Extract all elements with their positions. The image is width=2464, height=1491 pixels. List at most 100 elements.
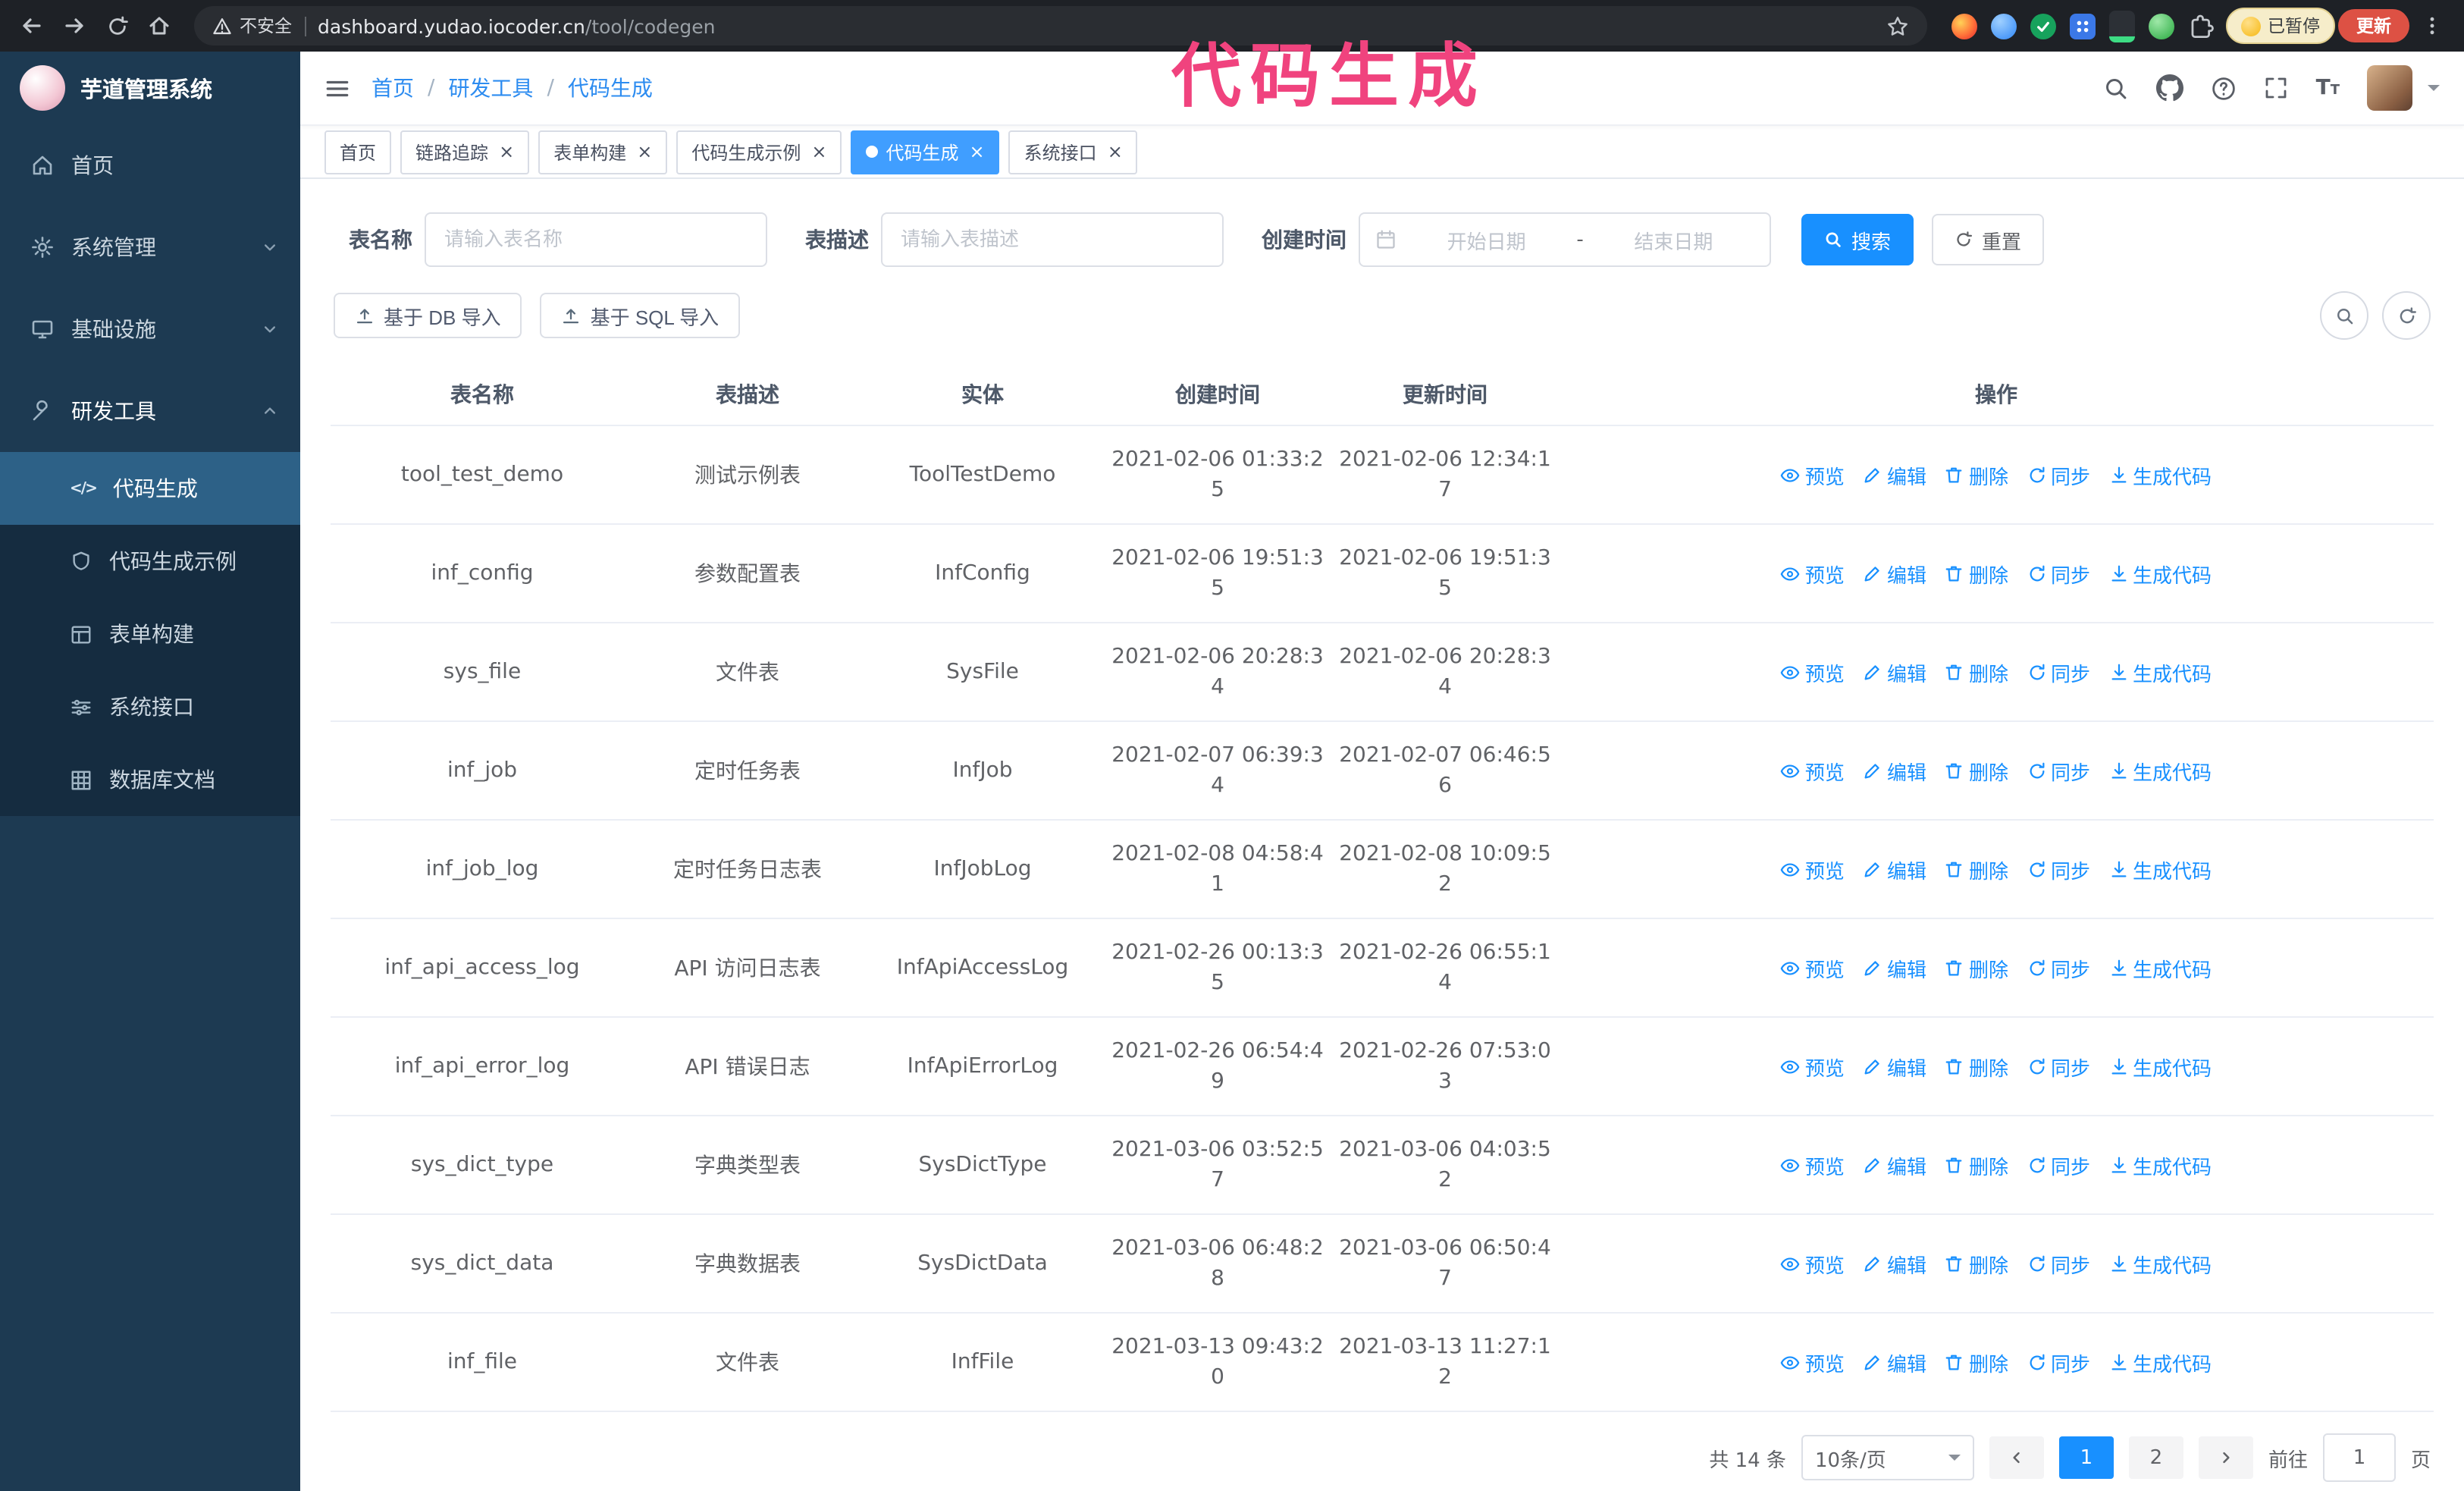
close-icon[interactable]: × (499, 143, 514, 161)
font-size-button[interactable]: TT (2316, 76, 2340, 100)
delete-link[interactable]: 删除 (1945, 1249, 2008, 1278)
edit-link[interactable]: 编辑 (1863, 658, 1926, 686)
sidebar-item-system[interactable]: 系统管理 (0, 206, 300, 288)
sidebar-item-db-doc[interactable]: 数据库文档 (0, 743, 300, 816)
app-logo[interactable]: 芋道管理系统 (0, 52, 300, 124)
prev-page-button[interactable] (1989, 1436, 2044, 1479)
delete-link[interactable]: 删除 (1945, 460, 2008, 489)
sync-link[interactable]: 同步 (2027, 1150, 2090, 1179)
extension-icon-check[interactable] (2030, 13, 2055, 39)
reset-button[interactable]: 重置 (1932, 214, 2045, 265)
extension-icon-people[interactable] (2069, 13, 2095, 39)
extension-icon-drop[interactable] (1990, 13, 2016, 39)
delete-link[interactable]: 删除 (1945, 1348, 2008, 1376)
tab-codegen-example[interactable]: 代码生成示例 × (676, 130, 842, 174)
edit-link[interactable]: 编辑 (1863, 1052, 1926, 1081)
delete-link[interactable]: 删除 (1945, 756, 2008, 785)
date-range-picker[interactable]: 开始日期 - 结束日期 (1359, 212, 1771, 267)
close-icon[interactable]: × (811, 143, 826, 161)
edit-link[interactable]: 编辑 (1863, 756, 1926, 785)
generate-code-link[interactable]: 生成代码 (2108, 756, 2212, 785)
delete-link[interactable]: 删除 (1945, 559, 2008, 588)
page-button-2[interactable]: 2 (2128, 1436, 2183, 1479)
sync-link[interactable]: 同步 (2027, 855, 2090, 884)
extensions-puzzle-icon[interactable] (2187, 13, 2213, 39)
sidebar-item-codegen[interactable]: </> 代码生成 (0, 452, 300, 525)
user-avatar[interactable] (2367, 65, 2412, 111)
sidebar-item-form-builder[interactable]: 表单构建 (0, 598, 300, 670)
forward-button[interactable] (55, 6, 94, 46)
search-submit-button[interactable]: 搜索 (1801, 214, 1914, 265)
generate-code-link[interactable]: 生成代码 (2108, 460, 2212, 489)
tab-home[interactable]: 首页 (324, 130, 392, 174)
table-desc-input[interactable] (881, 212, 1224, 267)
sidebar-item-infra[interactable]: 基础设施 (0, 288, 300, 370)
generate-code-link[interactable]: 生成代码 (2108, 1150, 2212, 1179)
bookmark-star-button[interactable] (1886, 14, 1908, 37)
page-size-select[interactable]: 10条/页 (1801, 1435, 1974, 1480)
close-icon[interactable]: × (637, 143, 652, 161)
edit-link[interactable]: 编辑 (1863, 1150, 1926, 1179)
preview-link[interactable]: 预览 (1781, 1348, 1845, 1376)
generate-code-link[interactable]: 生成代码 (2108, 1249, 2212, 1278)
goto-page-input[interactable] (2322, 1433, 2396, 1482)
edit-link[interactable]: 编辑 (1863, 1348, 1926, 1376)
sidebar-item-home[interactable]: 首页 (0, 124, 300, 206)
generate-code-link[interactable]: 生成代码 (2108, 953, 2212, 982)
breadcrumb-devtools[interactable]: 研发工具 (448, 73, 533, 103)
chrome-home-button[interactable] (140, 6, 179, 46)
update-button[interactable]: 更新 (2338, 9, 2409, 42)
edit-link[interactable]: 编辑 (1863, 855, 1926, 884)
sync-link[interactable]: 同步 (2027, 1348, 2090, 1376)
preview-link[interactable]: 预览 (1781, 855, 1845, 884)
preview-link[interactable]: 预览 (1781, 559, 1845, 588)
browser-menu-button[interactable] (2412, 6, 2452, 46)
delete-link[interactable]: 删除 (1945, 953, 2008, 982)
close-icon[interactable]: × (970, 143, 985, 161)
github-button[interactable] (2156, 74, 2184, 102)
import-db-button[interactable]: 基于 DB 导入 (334, 293, 522, 338)
generate-code-link[interactable]: 生成代码 (2108, 658, 2212, 686)
generate-code-link[interactable]: 生成代码 (2108, 1348, 2212, 1376)
extension-icon-leaf[interactable] (2148, 13, 2174, 39)
back-button[interactable] (12, 6, 52, 46)
sync-link[interactable]: 同步 (2027, 1052, 2090, 1081)
sidebar-item-api[interactable]: 系统接口 (0, 670, 300, 743)
edit-link[interactable]: 编辑 (1863, 460, 1926, 489)
preview-link[interactable]: 预览 (1781, 658, 1845, 686)
preview-link[interactable]: 预览 (1781, 1249, 1845, 1278)
collapse-menu-button[interactable] (324, 75, 350, 101)
fullscreen-button[interactable] (2265, 76, 2289, 100)
preview-link[interactable]: 预览 (1781, 756, 1845, 785)
avatar-caret-icon[interactable] (2428, 85, 2440, 97)
sync-link[interactable]: 同步 (2027, 1249, 2090, 1278)
edit-link[interactable]: 编辑 (1863, 559, 1926, 588)
paused-badge[interactable]: 已暂停 (2225, 8, 2335, 44)
delete-link[interactable]: 删除 (1945, 658, 2008, 686)
sync-link[interactable]: 同步 (2027, 953, 2090, 982)
sync-link[interactable]: 同步 (2027, 559, 2090, 588)
preview-link[interactable]: 预览 (1781, 953, 1845, 982)
tab-tracing[interactable]: 链路追踪 × (400, 130, 530, 174)
sidebar-item-codegen-example[interactable]: 代码生成示例 (0, 525, 300, 598)
header-search-button[interactable] (2104, 75, 2130, 101)
breadcrumb-home[interactable]: 首页 (371, 73, 414, 103)
edit-link[interactable]: 编辑 (1863, 953, 1926, 982)
reload-button[interactable] (97, 6, 136, 46)
next-page-button[interactable] (2198, 1436, 2253, 1479)
hide-search-button[interactable] (2320, 291, 2368, 340)
generate-code-link[interactable]: 生成代码 (2108, 855, 2212, 884)
sidebar-item-devtools[interactable]: 研发工具 (0, 370, 300, 452)
address-bar[interactable]: 不安全 dashboard.yudao.iocoder.cn/tool/code… (194, 6, 1926, 46)
delete-link[interactable]: 删除 (1945, 1052, 2008, 1081)
security-chip[interactable]: 不安全 (212, 14, 292, 38)
table-name-input[interactable] (425, 212, 767, 267)
delete-link[interactable]: 删除 (1945, 1150, 2008, 1179)
sync-link[interactable]: 同步 (2027, 756, 2090, 785)
refresh-table-button[interactable] (2382, 291, 2431, 340)
sync-link[interactable]: 同步 (2027, 658, 2090, 686)
tab-codegen[interactable]: 代码生成 × (851, 130, 1000, 174)
extension-icon-terminal[interactable] (2108, 10, 2134, 42)
preview-link[interactable]: 预览 (1781, 1052, 1845, 1081)
page-button-1[interactable]: 1 (2058, 1436, 2114, 1479)
